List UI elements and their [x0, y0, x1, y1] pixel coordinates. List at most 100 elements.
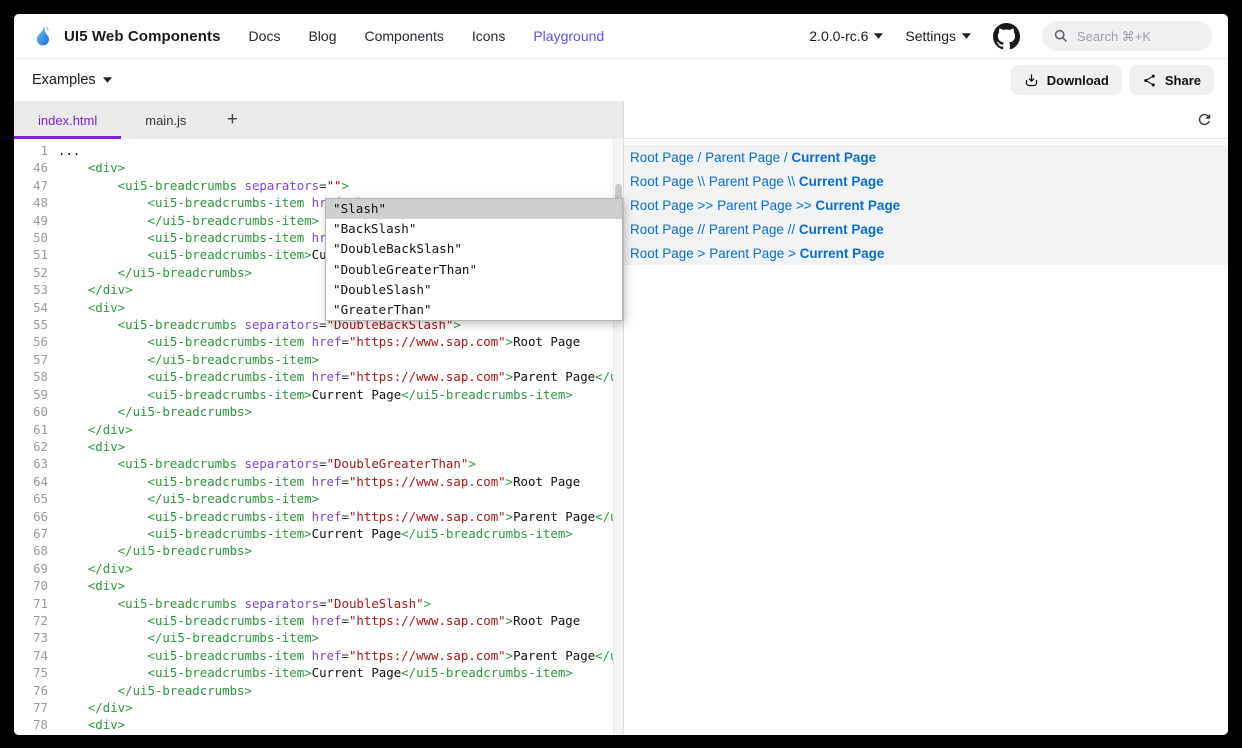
line-number: 71	[14, 595, 58, 612]
breadcrumb-link[interactable]: Parent Page	[709, 246, 784, 261]
breadcrumb-current: Current Page	[799, 222, 884, 237]
settings-menu[interactable]: Settings	[905, 28, 971, 44]
breadcrumb-link[interactable]: Parent Page	[709, 174, 784, 189]
add-tab-button[interactable]: +	[210, 101, 254, 139]
code-content: </ui5-breadcrumbs-item>	[58, 351, 319, 368]
code-line: 73 </ui5-breadcrumbs-item>	[14, 629, 623, 646]
chevron-down-icon	[962, 33, 971, 39]
nav-link-icons[interactable]: Icons	[472, 28, 505, 44]
code-content: <ui5-breadcrumbs separators="">	[58, 177, 349, 194]
breadcrumb-separator: \\	[784, 174, 799, 189]
autocomplete-popup: "Slash""BackSlash""DoubleBackSlash""Doub…	[325, 198, 623, 321]
breadcrumb-row: Root Page // Parent Page // Current Page	[624, 217, 1228, 241]
code-content: <ui5-breadcrumbs-item href="https://www.…	[58, 333, 580, 350]
line-number: 50	[14, 229, 58, 246]
tab-index-html[interactable]: index.html	[14, 101, 121, 139]
share-button[interactable]: Share	[1129, 65, 1214, 95]
examples-toolbar: Examples Download	[14, 59, 1228, 101]
editor-tabs: index.htmlmain.js	[14, 101, 210, 139]
breadcrumb-separator: /	[780, 150, 791, 165]
autocomplete-item[interactable]: "DoubleSlash"	[326, 280, 622, 300]
code-content: <ui5-breadcrumbs-item href="https://www.…	[58, 368, 623, 385]
breadcrumb-link[interactable]: Root Page	[630, 246, 694, 261]
line-number: 63	[14, 455, 58, 472]
breadcrumb-separator: /	[694, 150, 705, 165]
version-label: 2.0.0-rc.6	[809, 28, 868, 44]
autocomplete-item[interactable]: "BackSlash"	[326, 219, 622, 239]
version-menu[interactable]: 2.0.0-rc.6	[809, 28, 883, 44]
code-line: 72 <ui5-breadcrumbs-item href="https://w…	[14, 612, 623, 629]
code-content: </ui5-breadcrumbs>	[58, 264, 252, 281]
code-line: 69 </div>	[14, 560, 623, 577]
breadcrumb-row: Root Page > Parent Page > Current Page	[624, 241, 1228, 265]
line-number: 76	[14, 682, 58, 699]
line-number: 65	[14, 490, 58, 507]
line-number: 77	[14, 699, 58, 716]
tab-main-js[interactable]: main.js	[121, 101, 210, 139]
code-content: </div>	[58, 421, 133, 438]
code-content: <div>	[58, 438, 125, 455]
code-line: 46 <div>	[14, 159, 623, 176]
autocomplete-item[interactable]: "DoubleBackSlash"	[326, 239, 622, 259]
ui5-logo-icon	[30, 23, 56, 49]
nav-link-docs[interactable]: Docs	[249, 28, 281, 44]
code-content: </ui5-breadcrumbs-item>	[58, 629, 319, 646]
code-content: <ui5-breadcrumbs-item href="https://www.…	[58, 612, 580, 629]
code-line: 1...	[14, 142, 623, 159]
nav-links: Docs Blog Components Icons Playground	[249, 28, 605, 44]
chevron-down-icon	[103, 77, 112, 83]
code-content: <ui5-breadcrumbs-item href="https://www.…	[58, 473, 580, 490]
line-number: 49	[14, 212, 58, 229]
header-right: 2.0.0-rc.6 Settings	[809, 21, 1212, 51]
code-line: 77 </div>	[14, 699, 623, 716]
code-line: 62 <div>	[14, 438, 623, 455]
code-content: <div>	[58, 577, 125, 594]
download-button[interactable]: Download	[1011, 65, 1122, 95]
breadcrumb-current: Current Page	[800, 246, 885, 261]
nav-link-playground[interactable]: Playground	[533, 28, 604, 44]
breadcrumb-link[interactable]: Root Page	[630, 198, 694, 213]
autocomplete-item[interactable]: "Slash"	[326, 199, 622, 219]
examples-dropdown[interactable]: Examples	[32, 72, 112, 88]
brand[interactable]: UI5 Web Components	[30, 23, 221, 49]
breadcrumb-link[interactable]: Root Page	[630, 150, 694, 165]
preview-panel: Root Page / Parent Page / Current PageRo…	[624, 101, 1228, 735]
line-number: 57	[14, 351, 58, 368]
breadcrumb-link[interactable]: Parent Page	[705, 150, 780, 165]
breadcrumb-separator: //	[694, 222, 709, 237]
reload-icon[interactable]	[1196, 111, 1213, 128]
code-content: <ui5-breadcrumbs separators="DoubleSlash…	[58, 595, 431, 612]
line-number: 48	[14, 194, 58, 211]
autocomplete-item[interactable]: "GreaterThan"	[326, 300, 622, 320]
breadcrumb-link[interactable]: Parent Page	[709, 222, 784, 237]
code-line: 59 <ui5-breadcrumbs-item>Current Page</u…	[14, 386, 623, 403]
autocomplete-item[interactable]: "DoubleGreaterThan"	[326, 260, 622, 280]
breadcrumb-separator: >	[694, 246, 709, 261]
line-number: 72	[14, 612, 58, 629]
share-label: Share	[1165, 73, 1201, 88]
chevron-down-icon	[874, 33, 883, 39]
code-line: 75 <ui5-breadcrumbs-item>Current Page</u…	[14, 664, 623, 681]
line-number: 51	[14, 246, 58, 263]
github-icon[interactable]	[993, 23, 1020, 50]
code-editor: index.htmlmain.js + 1...46 <div>47 <ui5-…	[14, 101, 624, 735]
toolbar-actions: Download Share	[1011, 65, 1214, 95]
brand-title: UI5 Web Components	[64, 28, 221, 45]
code-content: <div>	[58, 159, 125, 176]
code-content: <div>	[58, 299, 125, 316]
code-line: 66 <ui5-breadcrumbs-item href="https://w…	[14, 508, 623, 525]
nav-link-blog[interactable]: Blog	[308, 28, 336, 44]
nav-link-components[interactable]: Components	[364, 28, 443, 44]
line-number: 69	[14, 560, 58, 577]
line-number: 73	[14, 629, 58, 646]
line-number: 53	[14, 281, 58, 298]
code-content: </ui5-breadcrumbs>	[58, 682, 252, 699]
line-number: 56	[14, 333, 58, 350]
breadcrumb-link[interactable]: Parent Page	[717, 198, 792, 213]
search-input[interactable]	[1075, 28, 1200, 45]
code-content: </ui5-breadcrumbs>	[58, 542, 252, 559]
breadcrumb-separator: >>	[694, 198, 717, 213]
breadcrumb-link[interactable]: Root Page	[630, 222, 694, 237]
search-box[interactable]	[1042, 21, 1212, 51]
breadcrumb-link[interactable]: Root Page	[630, 174, 694, 189]
